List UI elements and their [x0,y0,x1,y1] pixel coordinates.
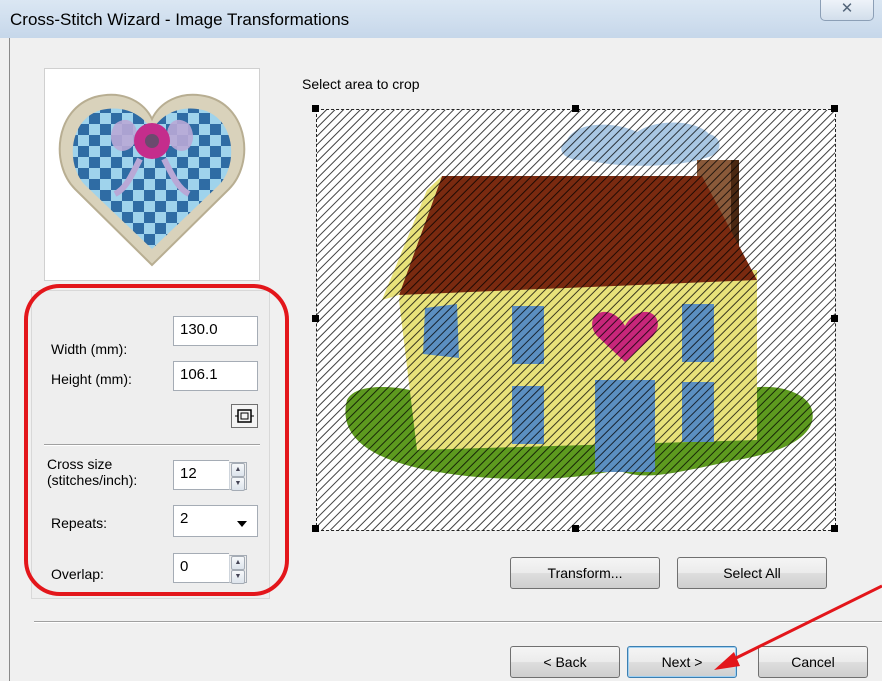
red-arrow-annotation [714,584,882,670]
settings-highlight-annotation [24,284,289,596]
title-bar: Cross-Stitch Wizard - Image Transformati… [0,0,882,38]
window-title: Cross-Stitch Wizard - Image Transformati… [10,10,350,29]
crop-handle-right[interactable] [831,315,838,322]
crop-area-label: Select area to crop [302,76,420,92]
crop-handle-top-right[interactable] [831,105,838,112]
crop-handle-bottom-right[interactable] [831,525,838,532]
crop-handle-top-left[interactable] [312,105,319,112]
crop-handle-top[interactable] [572,105,579,112]
close-button[interactable]: ✕ [820,0,874,21]
house-image [317,110,835,530]
close-icon: ✕ [840,0,854,17]
crop-handle-bottom-left[interactable] [312,525,319,532]
crop-handle-left[interactable] [312,315,319,322]
transform-button[interactable]: Transform... [510,557,660,589]
design-thumbnail [44,68,260,281]
heart-thumbnail-icon [58,93,246,267]
back-button[interactable]: < Back [510,646,620,678]
crop-handle-bottom[interactable] [572,525,579,532]
crop-area-canvas[interactable] [316,109,836,531]
